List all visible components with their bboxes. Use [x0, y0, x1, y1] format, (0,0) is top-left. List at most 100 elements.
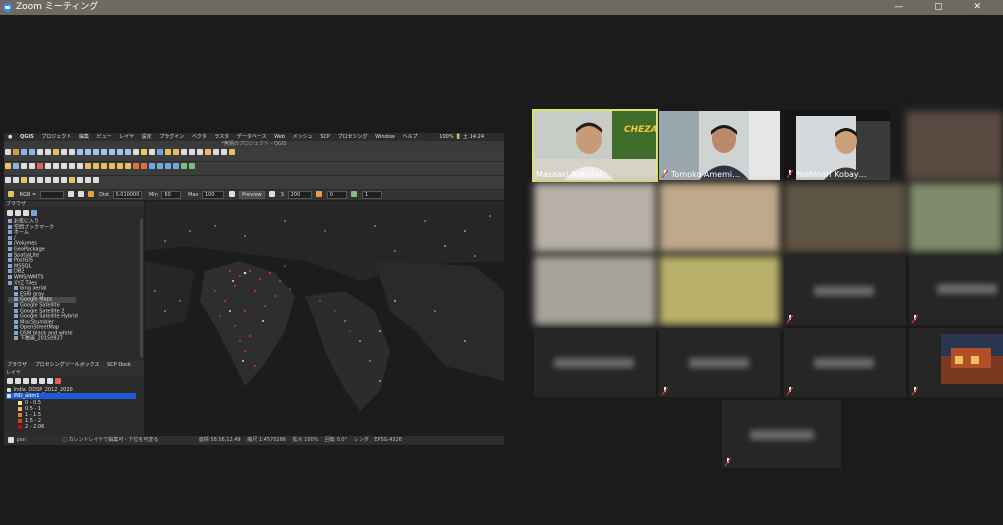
open-icon[interactable]: [13, 149, 19, 155]
zoom-last-icon[interactable]: [117, 149, 123, 155]
participant-tile[interactable]: [534, 328, 656, 397]
run-icon[interactable]: [351, 191, 358, 197]
rgb-prev-icon[interactable]: [68, 191, 75, 197]
tab-scp-dock[interactable]: SCP Dock: [107, 362, 131, 368]
label-rotate-icon[interactable]: [117, 163, 123, 169]
menu-item[interactable]: プロジェクト: [41, 134, 71, 140]
coordinate-value[interactable]: 58.56,12.49: [210, 437, 240, 443]
scp-band-icon[interactable]: [189, 163, 195, 169]
vertex-tool-icon[interactable]: [29, 163, 35, 169]
participant-tile[interactable]: [659, 328, 780, 397]
collapse-all-icon[interactable]: [47, 378, 53, 384]
print-layout-icon[interactable]: [37, 149, 43, 155]
participant-tile[interactable]: Yoshinori Kobay…: [784, 111, 890, 180]
layer-item-selected[interactable]: IND_adm1: [6, 393, 136, 399]
map-tips-icon[interactable]: [213, 149, 219, 155]
apple-icon[interactable]: ●: [8, 134, 12, 140]
render-checkbox[interactable]: レンダ: [354, 437, 369, 443]
deselect-icon[interactable]: [173, 149, 179, 155]
menu-item[interactable]: レイヤ: [119, 134, 134, 140]
tab-processing-toolbox[interactable]: プロセシングツールボックス: [35, 362, 100, 368]
zoom-next-icon[interactable]: [125, 149, 131, 155]
locator-search-input[interactable]: pan: [17, 436, 61, 445]
menu-item[interactable]: プロセシング: [338, 134, 368, 140]
participant-tile-blurred[interactable]: [659, 183, 780, 252]
add-vector-icon[interactable]: [133, 163, 139, 169]
visibility-icon[interactable]: [23, 378, 29, 384]
browser-scrollbar[interactable]: [140, 219, 143, 357]
add-wfs-icon[interactable]: [165, 163, 171, 169]
cut-icon[interactable]: [45, 163, 51, 169]
identify-icon[interactable]: [157, 149, 163, 155]
copy-icon[interactable]: [53, 163, 59, 169]
zoom-layer-icon[interactable]: [101, 149, 107, 155]
plugin-icon[interactable]: [21, 177, 27, 183]
participant-tile-blurred[interactable]: [659, 256, 780, 325]
add-raster-icon[interactable]: [141, 163, 147, 169]
max-input[interactable]: 100: [201, 191, 224, 199]
rgb-select[interactable]: [39, 191, 64, 199]
attribute-table-icon[interactable]: [181, 149, 187, 155]
participant-tile[interactable]: [722, 400, 841, 468]
preview-button[interactable]: Preview: [239, 191, 265, 199]
tab-browser[interactable]: ブラウザ: [7, 362, 27, 368]
refresh-icon[interactable]: [7, 210, 13, 216]
add-database-icon[interactable]: [149, 163, 155, 169]
history-icon[interactable]: [37, 177, 43, 183]
participant-tile-blurred[interactable]: [784, 183, 906, 252]
legend-class[interactable]: 2 - 2.06: [18, 424, 44, 430]
graphical-modeler-icon[interactable]: [29, 177, 35, 183]
menu-item[interactable]: ラスタ: [214, 134, 229, 140]
participant-tile[interactable]: [909, 328, 1003, 397]
menu-item[interactable]: QGIS: [20, 134, 34, 140]
pan-to-selection-icon[interactable]: [69, 149, 75, 155]
bookmark-icon[interactable]: [141, 149, 147, 155]
menu-item[interactable]: ビュー: [97, 134, 112, 140]
label-change-icon[interactable]: [125, 163, 131, 169]
merge-icon[interactable]: [85, 177, 91, 183]
scp-roi-icon[interactable]: [8, 191, 14, 197]
save-as-icon[interactable]: [29, 149, 35, 155]
value-input-2[interactable]: 1: [361, 191, 382, 199]
split-icon[interactable]: [77, 177, 83, 183]
measure-icon[interactable]: [197, 149, 203, 155]
grid-icon[interactable]: [61, 177, 67, 183]
magnifier-value[interactable]: 100%: [304, 437, 318, 443]
map-canvas[interactable]: [145, 201, 504, 436]
participant-tile[interactable]: [784, 256, 906, 325]
processing-icon[interactable]: [5, 177, 11, 183]
participant-tile[interactable]: Tomoko Amemi…: [659, 111, 780, 180]
edit-icon[interactable]: [5, 163, 11, 169]
dist-input[interactable]: 0.010000: [112, 191, 143, 199]
window-controls[interactable]: — ▢ ✕: [894, 0, 995, 15]
annotation-icon[interactable]: [205, 149, 211, 155]
participant-tile-blurred[interactable]: [909, 183, 1003, 252]
rgb-next-icon[interactable]: [77, 191, 84, 197]
scale-value[interactable]: 1:4570266: [259, 437, 286, 443]
menu-item[interactable]: プラグイン: [159, 134, 184, 140]
layer-style-icon[interactable]: [7, 378, 13, 384]
save-icon[interactable]: [21, 149, 27, 155]
refresh-icon[interactable]: [149, 149, 155, 155]
label-show-icon[interactable]: [101, 163, 107, 169]
participant-tile-blurred[interactable]: [534, 256, 656, 325]
add-group-icon[interactable]: [15, 378, 21, 384]
label-tool-icon[interactable]: [85, 163, 91, 169]
menu-item[interactable]: データベース: [237, 134, 267, 140]
add-wms-icon[interactable]: [157, 163, 163, 169]
select-icon[interactable]: [165, 149, 171, 155]
offset-icon[interactable]: [93, 177, 99, 183]
menu-item[interactable]: メッシュ: [293, 134, 313, 140]
save-edits-icon[interactable]: [13, 163, 19, 169]
paste-icon[interactable]: [61, 163, 67, 169]
collapse-icon[interactable]: [23, 210, 29, 216]
zoom-out-icon[interactable]: [85, 149, 91, 155]
redo-icon[interactable]: [77, 163, 83, 169]
s-input[interactable]: 200: [287, 191, 312, 199]
menu-item[interactable]: 編集: [79, 134, 89, 140]
roi-icon[interactable]: [87, 191, 94, 197]
layout-manager-icon[interactable]: [45, 149, 51, 155]
scp-icon[interactable]: [181, 163, 187, 169]
remove-layer-icon[interactable]: [55, 378, 61, 384]
style-manager-icon[interactable]: [53, 149, 59, 155]
